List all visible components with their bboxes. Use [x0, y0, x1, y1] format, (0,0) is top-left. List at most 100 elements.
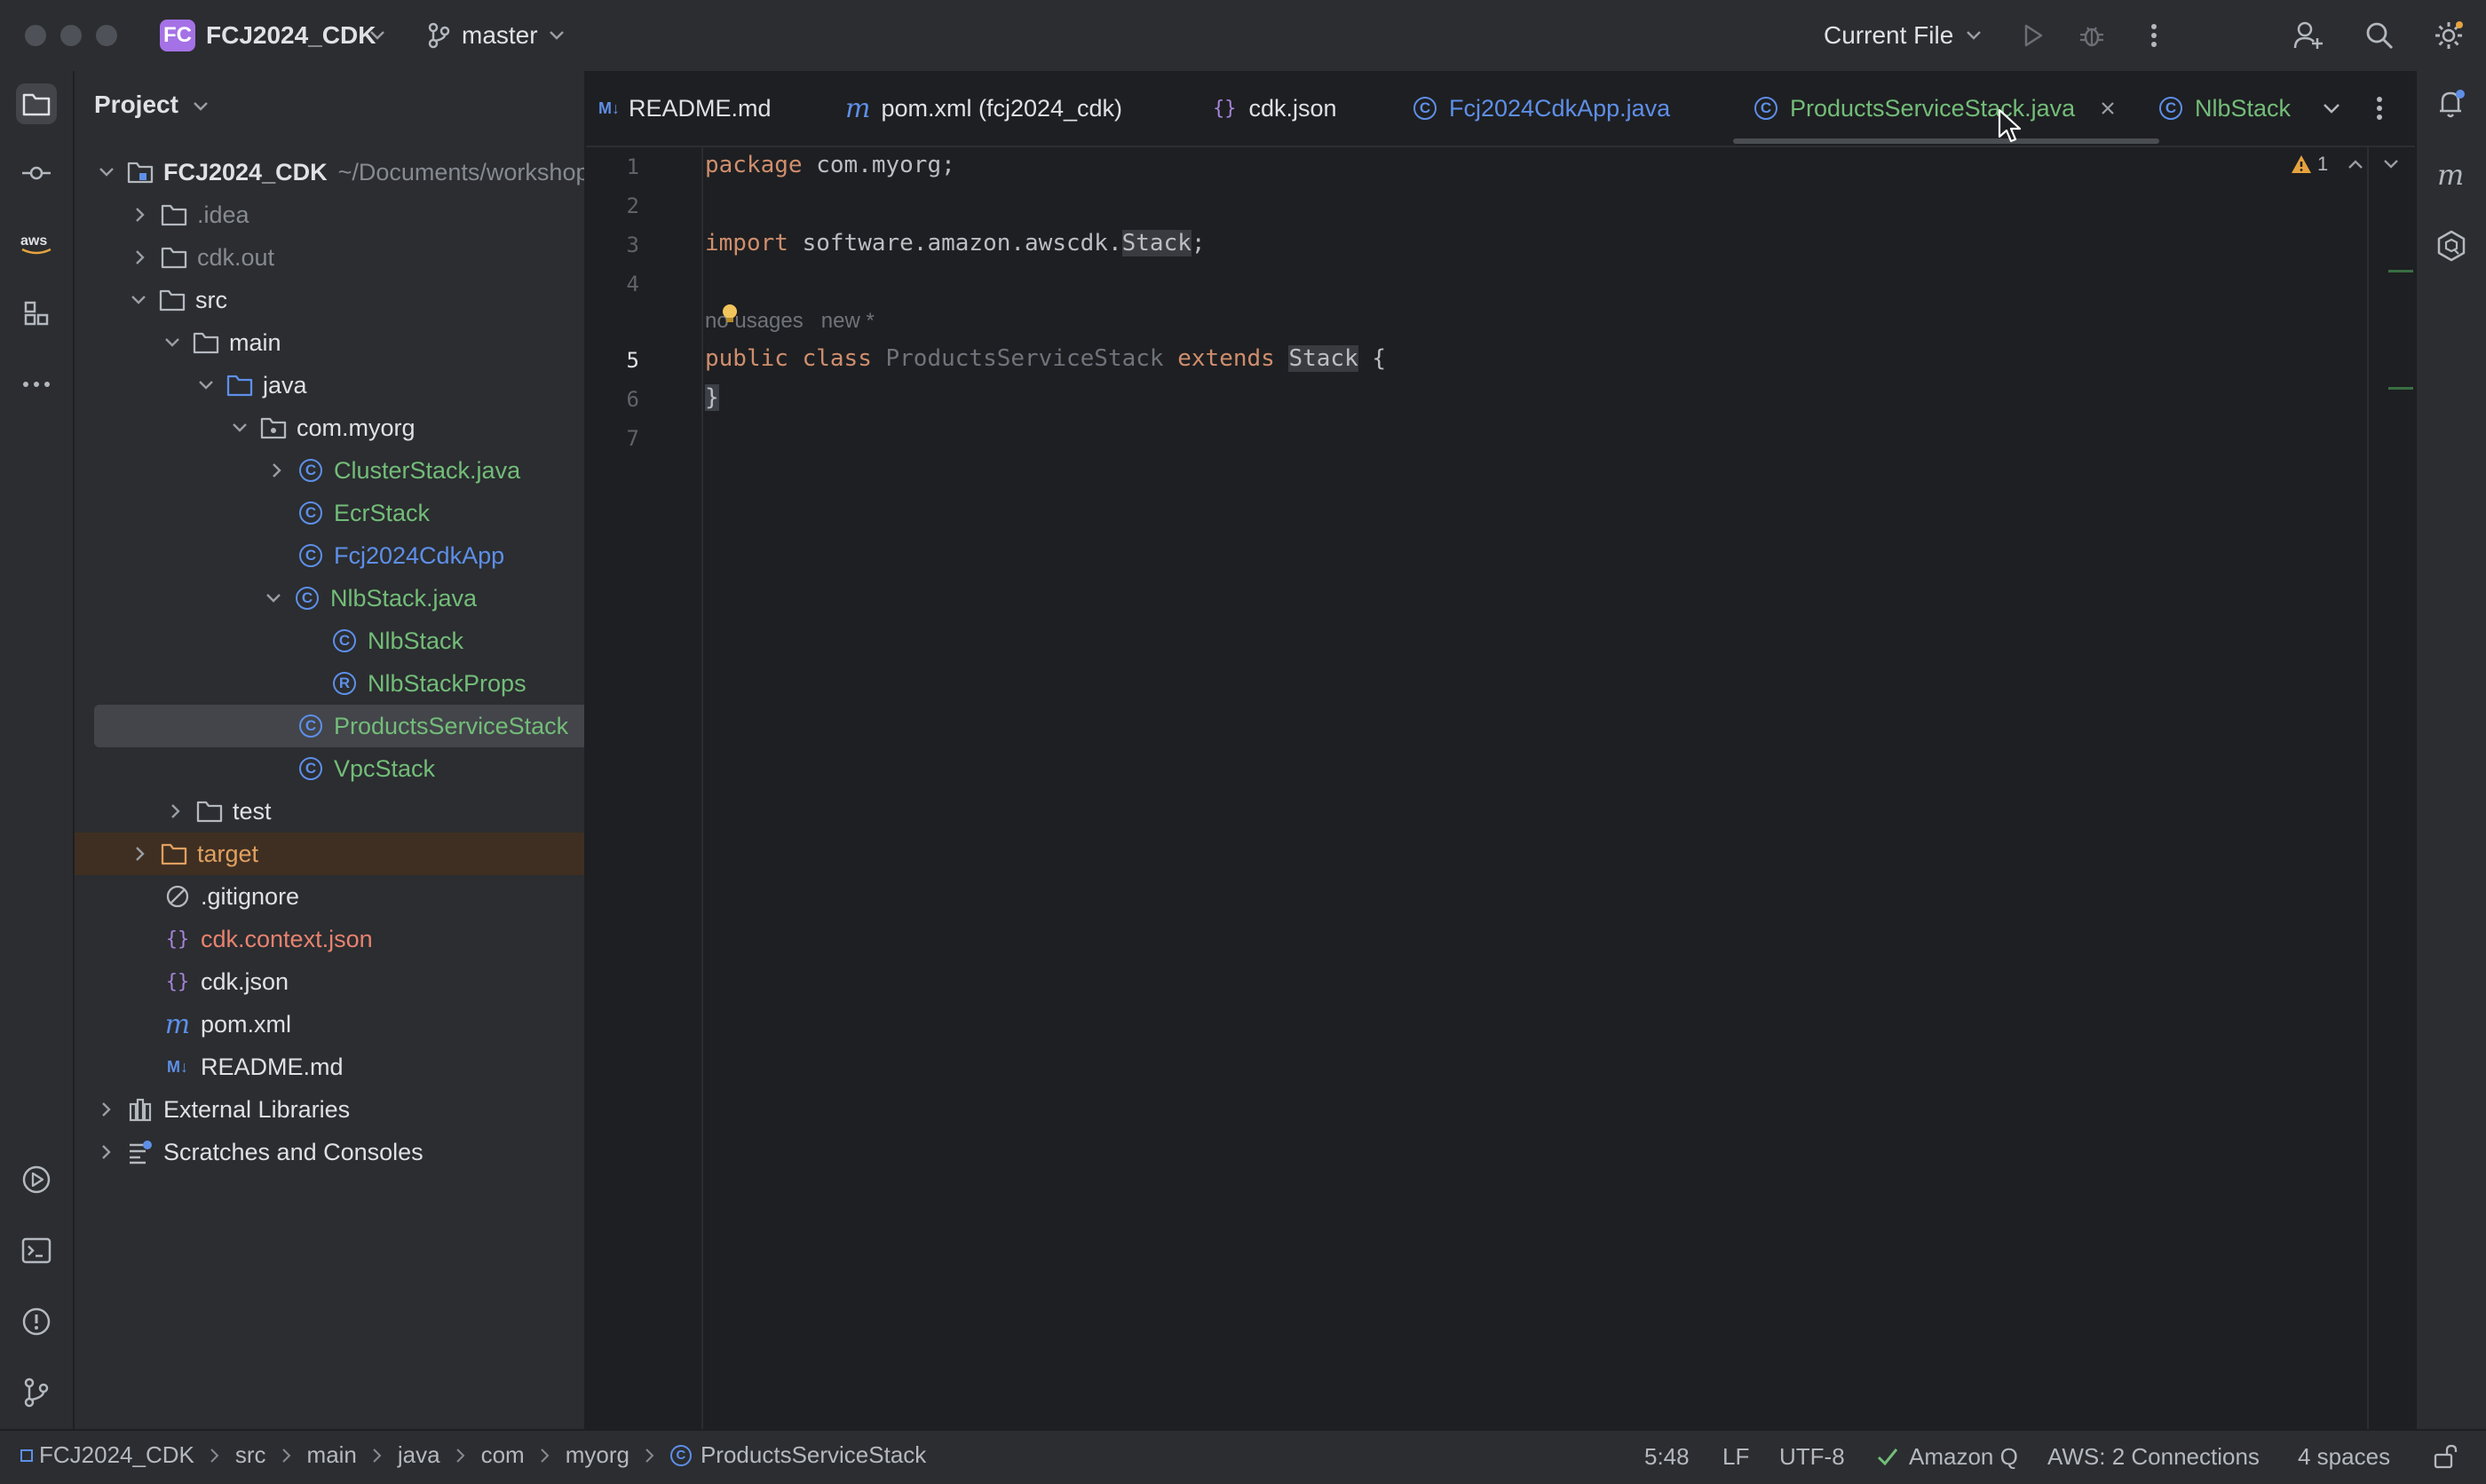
- chevron-right-icon[interactable]: [98, 1101, 115, 1118]
- unlock-icon[interactable]: [2433, 1443, 2458, 1470]
- tree-item-src[interactable]: src: [75, 279, 584, 321]
- amazon-q-icon[interactable]: [2431, 225, 2472, 266]
- tree-item-root[interactable]: FCJ2024_CDK ~/Documents/workshop: [75, 151, 584, 193]
- zoom-window-button[interactable]: [96, 25, 117, 46]
- tree-item-nlbstack[interactable]: C NlbStack: [75, 620, 584, 662]
- chevron-right-icon[interactable]: [131, 206, 149, 224]
- tree-item-productsservicestack[interactable]: C ProductsServiceStack: [94, 705, 584, 747]
- tree-item-java[interactable]: java: [75, 364, 584, 407]
- breadcrumb-item[interactable]: ProductsServiceStack: [701, 1441, 926, 1469]
- tab-readme-md[interactable]: M↓ README.md: [598, 71, 772, 146]
- chevron-down-icon[interactable]: [163, 334, 181, 351]
- tab-more-icon[interactable]: [2376, 71, 2383, 146]
- usages-hint[interactable]: no usages: [705, 309, 804, 333]
- chevron-down-icon[interactable]: [543, 18, 570, 53]
- maven-tool-icon[interactable]: m: [2431, 154, 2472, 195]
- tree-item-cdk-out[interactable]: cdk.out: [75, 236, 584, 279]
- chevron-down-icon[interactable]: [1960, 18, 1987, 53]
- previous-highlight-icon[interactable]: [2347, 159, 2363, 170]
- commit-icon[interactable]: [16, 153, 57, 193]
- tree-item-target[interactable]: target: [75, 833, 584, 875]
- breadcrumb-item[interactable]: com: [481, 1441, 525, 1469]
- more-tools-icon[interactable]: [16, 364, 57, 405]
- tree-item-ecrstack[interactable]: C EcrStack: [75, 492, 584, 534]
- chevron-right-icon[interactable]: [268, 462, 286, 479]
- code-editor[interactable]: package com.myorg; import software.amazo…: [703, 147, 2415, 1429]
- search-icon[interactable]: [2362, 18, 2397, 53]
- tree-item-external-libraries[interactable]: External Libraries: [75, 1088, 584, 1131]
- chevron-right-icon[interactable]: [131, 845, 149, 863]
- chevron-right-icon[interactable]: [167, 802, 185, 820]
- line-separator[interactable]: LF: [1722, 1443, 1749, 1471]
- gear-icon[interactable]: [2431, 18, 2466, 53]
- tree-item-gitignore[interactable]: .gitignore: [75, 875, 584, 918]
- amazon-q-status[interactable]: Amazon Q: [1909, 1443, 2018, 1471]
- structure-icon[interactable]: [16, 293, 57, 334]
- project-panel-title[interactable]: Project: [94, 91, 209, 119]
- intention-bulb-icon[interactable]: [721, 304, 739, 323]
- debug-icon[interactable]: [2074, 18, 2110, 53]
- project-switcher[interactable]: FCJ2024_CDK: [206, 16, 376, 55]
- git-icon[interactable]: [16, 1372, 57, 1413]
- tree-item-nlbstack-java[interactable]: C NlbStack.java: [75, 577, 584, 620]
- next-highlight-icon[interactable]: [2383, 159, 2399, 170]
- tab-pom-xml[interactable]: m pom.xml (fcj2024_cdk): [845, 71, 1122, 146]
- caret-position[interactable]: 5:48: [1644, 1443, 1690, 1471]
- author-hint[interactable]: new *: [821, 309, 875, 333]
- tree-item-main[interactable]: main: [75, 321, 584, 364]
- breadcrumb-item[interactable]: myorg: [566, 1441, 629, 1469]
- chevron-down-icon[interactable]: [265, 589, 282, 607]
- breadcrumb-item[interactable]: src: [235, 1441, 266, 1469]
- more-actions-icon[interactable]: [2136, 18, 2172, 53]
- tab-nlbstack[interactable]: C NlbStack: [2159, 71, 2291, 146]
- run-icon[interactable]: [2015, 18, 2051, 53]
- tree-item-clusterstack-java[interactable]: C ClusterStack.java: [75, 449, 584, 492]
- close-tab-icon[interactable]: [2100, 100, 2116, 116]
- breadcrumb-item[interactable]: FCJ2024_CDK: [39, 1441, 194, 1469]
- chevron-down-icon[interactable]: [364, 18, 391, 53]
- services-icon[interactable]: [16, 1159, 57, 1200]
- tree-item-readme-md[interactable]: M↓ README.md: [75, 1046, 584, 1088]
- file-encoding[interactable]: UTF-8: [1779, 1443, 1845, 1471]
- tree-item-test[interactable]: test: [75, 790, 584, 833]
- branch-switcher[interactable]: master: [462, 16, 538, 55]
- tab-productsservicestack-java[interactable]: C ProductsServiceStack.java: [1754, 71, 2116, 146]
- svg-text:aws: aws: [20, 233, 47, 249]
- tree-item-cdk-json[interactable]: {} cdk.json: [75, 960, 584, 1003]
- tree-item-com-myorg[interactable]: com.myorg: [75, 407, 584, 449]
- chevron-down-icon[interactable]: [130, 291, 147, 309]
- tree-item-vpcstack[interactable]: C VpcStack: [75, 747, 584, 790]
- tree-item-cdk-context-json[interactable]: {} cdk.context.json: [75, 918, 584, 960]
- tree-item-idea[interactable]: .idea: [75, 193, 584, 236]
- aws-connections-status[interactable]: AWS: 2 Connections: [2047, 1443, 2260, 1471]
- tree-item-fcj2024cdkapp[interactable]: C Fcj2024CdkApp: [75, 534, 584, 577]
- run-configuration-selector[interactable]: Current File: [1824, 16, 1953, 55]
- minimize-window-button[interactable]: [60, 25, 82, 46]
- chevron-down-icon[interactable]: [98, 163, 115, 181]
- change-marker[interactable]: [2388, 270, 2413, 272]
- close-window-button[interactable]: [25, 25, 46, 46]
- tree-item-pom-xml[interactable]: m pom.xml: [75, 1003, 584, 1046]
- problems-icon[interactable]: [16, 1301, 57, 1342]
- code-with-me-icon[interactable]: [2291, 18, 2326, 53]
- indent-setting[interactable]: 4 spaces: [2298, 1443, 2390, 1471]
- notifications-bell-icon[interactable]: [2431, 83, 2472, 124]
- aws-icon[interactable]: aws: [16, 224, 57, 264]
- inspection-widget[interactable]: 1: [2291, 153, 2399, 176]
- chevron-down-icon[interactable]: [231, 419, 249, 437]
- tab-list-dropdown[interactable]: [2323, 71, 2340, 146]
- tree-item-label: Fcj2024CdkApp: [334, 541, 505, 569]
- change-marker[interactable]: [2388, 387, 2413, 390]
- terminal-icon[interactable]: [16, 1230, 57, 1271]
- breadcrumb-item[interactable]: java: [398, 1441, 440, 1469]
- tree-item-nlbstackprops[interactable]: R NlbStackProps: [75, 662, 584, 705]
- tree-item-scratches-and-consoles[interactable]: Scratches and Consoles: [75, 1131, 584, 1173]
- breadcrumb-item[interactable]: main: [307, 1441, 357, 1469]
- chevron-right-icon[interactable]: [131, 249, 149, 266]
- chevron-right-icon[interactable]: [98, 1143, 115, 1161]
- tab-fcj2024cdkapp-java[interactable]: C Fcj2024CdkApp.java: [1413, 71, 1670, 146]
- project-tool-folder-icon[interactable]: [16, 83, 57, 124]
- branch-icon[interactable]: [421, 18, 456, 53]
- chevron-down-icon[interactable]: [197, 376, 215, 394]
- tab-cdk-json[interactable]: {} cdk.json: [1213, 71, 1337, 146]
